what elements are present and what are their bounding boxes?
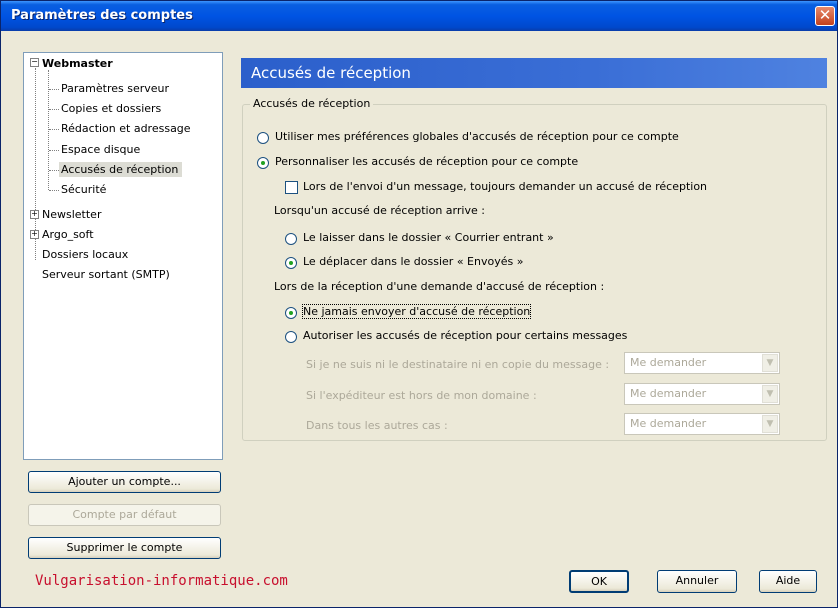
move-sent-label[interactable]: Le déplacer dans le dossier « Envoyés » (303, 255, 523, 268)
tree-item-security[interactable]: Sécurité (61, 182, 106, 197)
not-recipient-select[interactable]: Me demander ▼ (624, 352, 780, 374)
tree-connector (49, 170, 59, 171)
when-request-label: Lors de la réception d'une demande d'acc… (274, 280, 605, 293)
outside-domain-label: Si l'expéditeur est hors de mon domaine … (306, 389, 537, 402)
customize-label[interactable]: Personnaliser les accusés de réception p… (275, 155, 578, 168)
tree-connector (48, 70, 49, 190)
not-recipient-label: Si je ne suis ni le destinataire ni en c… (306, 358, 610, 371)
tree-item-composition[interactable]: Rédaction et adressage (61, 121, 191, 136)
tree-item-disk-space[interactable]: Espace disque (61, 142, 140, 157)
collapse-icon[interactable]: − (30, 58, 39, 67)
leave-inbox-label[interactable]: Le laisser dans le dossier « Courrier en… (303, 231, 554, 244)
allow-some-label[interactable]: Autoriser les accusés de réception pour … (303, 329, 627, 342)
leave-inbox-radio[interactable] (285, 233, 297, 245)
tree-account-argo-soft[interactable]: Argo_soft (42, 227, 94, 242)
cancel-button[interactable]: Annuler (657, 570, 737, 593)
tree-connector (49, 150, 59, 151)
tree-local-folders[interactable]: Dossiers locaux (42, 247, 128, 262)
when-arrives-label: Lorsqu'un accusé de réception arrive : (274, 204, 485, 217)
groupbox-label: Accusés de réception (250, 97, 374, 110)
tree-connector (49, 129, 59, 130)
close-button[interactable]: ✕ (815, 6, 835, 26)
set-default-button[interactable]: Compte par défaut (28, 504, 221, 526)
tree-outgoing-server[interactable]: Serveur sortant (SMTP) (42, 267, 170, 282)
tree-connector (49, 190, 59, 191)
never-send-radio[interactable] (285, 307, 297, 319)
move-sent-radio[interactable] (285, 257, 297, 269)
window-title: Paramètres des comptes (11, 8, 193, 23)
expand-icon[interactable]: + (30, 210, 39, 219)
chevron-down-icon: ▼ (762, 354, 778, 372)
tree-account-webmaster[interactable]: Webmaster (42, 56, 113, 71)
customize-radio[interactable] (257, 157, 269, 169)
tree-connector (49, 89, 59, 90)
title-bar[interactable]: Paramètres des comptes ✕ (1, 1, 837, 31)
help-button[interactable]: Aide (759, 570, 817, 593)
not-recipient-value: Me demander (630, 356, 707, 369)
other-cases-select[interactable]: Me demander ▼ (624, 413, 780, 435)
radio-selected-dot (261, 161, 265, 165)
other-cases-value: Me demander (630, 417, 707, 430)
radio-selected-dot (289, 311, 293, 315)
outside-domain-select[interactable]: Me demander ▼ (624, 383, 780, 405)
account-tree[interactable]: − Webmaster Paramètres serveur Copies et… (23, 52, 223, 460)
tree-item-server-settings[interactable]: Paramètres serveur (61, 81, 169, 96)
other-cases-label: Dans tous les autres cas : (306, 419, 448, 432)
expand-icon[interactable]: + (30, 230, 39, 239)
add-account-button[interactable]: Ajouter un compte... (28, 471, 221, 493)
outside-domain-value: Me demander (630, 387, 707, 400)
tree-account-newsletter[interactable]: Newsletter (42, 207, 101, 222)
close-icon: ✕ (818, 6, 832, 24)
never-send-label[interactable]: Ne jamais envoyer d'accusé de réception (301, 304, 532, 319)
always-request-checkbox[interactable] (285, 181, 298, 194)
watermark-text: Vulgarisation-informatique.com (35, 573, 288, 589)
account-settings-window: Paramètres des comptes ✕ − Webmaster Par… (0, 0, 838, 608)
chevron-down-icon: ▼ (762, 415, 778, 433)
delete-account-button[interactable]: Supprimer le compte (28, 537, 221, 559)
tree-item-copies-folders[interactable]: Copies et dossiers (61, 101, 161, 116)
use-global-label[interactable]: Utiliser mes préférences globales d'accu… (275, 130, 679, 143)
always-request-label[interactable]: Lors de l'envoi d'un message, toujours d… (303, 180, 707, 193)
radio-selected-dot (289, 261, 293, 265)
allow-some-radio[interactable] (285, 331, 297, 343)
chevron-down-icon: ▼ (762, 385, 778, 403)
panel-title: Accusés de réception (241, 58, 827, 88)
use-global-radio[interactable] (257, 132, 269, 144)
tree-connector (49, 109, 59, 110)
ok-button[interactable]: OK (569, 570, 629, 593)
tree-item-return-receipts[interactable]: Accusés de réception (59, 162, 183, 177)
